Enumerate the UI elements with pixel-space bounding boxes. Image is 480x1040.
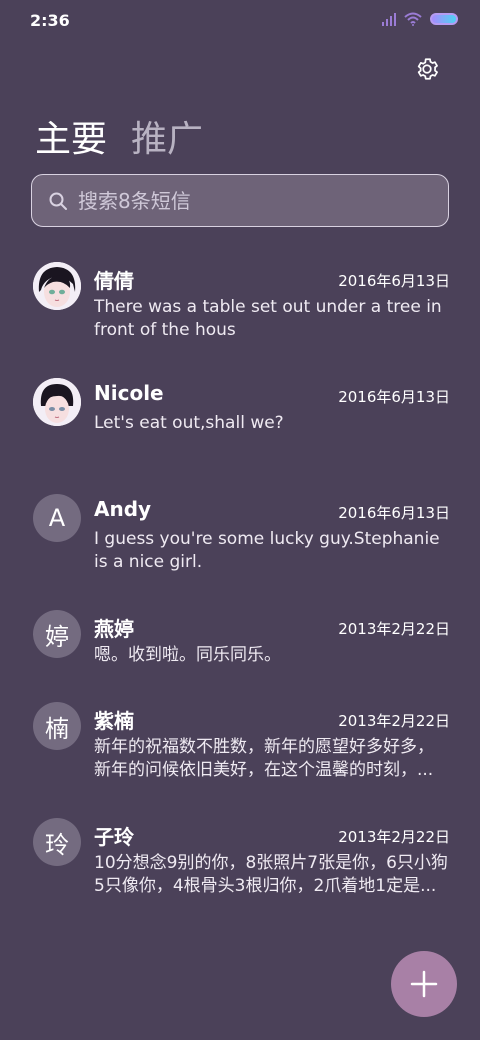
message-preview: I guess you're some lucky guy.Stephanie … bbox=[94, 529, 440, 572]
wifi-icon bbox=[404, 12, 422, 26]
boy-portrait-icon bbox=[33, 378, 81, 426]
search-icon bbox=[49, 192, 67, 210]
contact-name: Andy bbox=[94, 497, 152, 521]
conversation-item[interactable]: 婷 燕婷 2013年2月22日 嗯。收到啦。同乐同乐。 bbox=[0, 600, 480, 692]
settings-button[interactable] bbox=[414, 56, 440, 82]
message-date: 2013年2月22日 bbox=[338, 620, 450, 638]
message-preview: 嗯。收到啦。同乐同乐。 bbox=[94, 645, 281, 665]
contact-name: 子玲 bbox=[94, 825, 134, 849]
conversation-list: 倩倩 2016年6月13日 There was a table set out … bbox=[0, 252, 480, 924]
message-preview: Let's eat out,shall we? bbox=[94, 413, 284, 433]
avatar bbox=[33, 378, 81, 426]
gear-icon bbox=[417, 58, 438, 80]
message-preview: There was a table set out under a tree i… bbox=[94, 297, 442, 340]
status-icons bbox=[382, 12, 458, 26]
message-date: 2013年2月22日 bbox=[338, 712, 450, 730]
battery-icon bbox=[430, 13, 458, 25]
tab-primary[interactable]: 主要 bbox=[35, 110, 107, 162]
message-date: 2016年6月13日 bbox=[338, 388, 450, 406]
girl-portrait-icon bbox=[33, 262, 81, 310]
avatar: 婷 bbox=[33, 610, 81, 658]
contact-name: 燕婷 bbox=[94, 617, 134, 641]
contact-name: 紫楠 bbox=[94, 709, 134, 733]
conversation-item[interactable]: 倩倩 2016年6月13日 There was a table set out … bbox=[0, 252, 480, 368]
plus-icon bbox=[410, 970, 438, 998]
new-message-button[interactable] bbox=[391, 951, 457, 1017]
contact-name: Nicole bbox=[94, 381, 164, 405]
avatar: A bbox=[33, 494, 81, 542]
status-bar: 2:36 bbox=[0, 0, 480, 44]
conversation-item[interactable]: 玲 子玲 2013年2月22日 10分想念9别的你，8张照片7张是你，6只小狗5… bbox=[0, 808, 480, 924]
message-preview: 新年的祝福数不胜数，新年的愿望好多好多，新年的问候依旧美好，在这个温馨的时刻，.… bbox=[94, 737, 434, 780]
tab-promotions[interactable]: 推广 bbox=[131, 110, 203, 162]
message-date: 2016年6月13日 bbox=[338, 272, 450, 290]
signal-icon bbox=[382, 12, 396, 26]
message-date: 2013年2月22日 bbox=[338, 828, 450, 846]
conversation-item[interactable]: Nicole 2016年6月13日 Let's eat out,shall we… bbox=[0, 368, 480, 484]
avatar: 楠 bbox=[33, 702, 81, 750]
status-time: 2:36 bbox=[30, 11, 70, 30]
contact-name: 倩倩 bbox=[94, 269, 134, 293]
message-preview: 10分想念9别的你，8张照片7张是你，6只小狗5只像你，4根骨头3根归你，2爪着… bbox=[94, 853, 448, 896]
search-box[interactable] bbox=[31, 174, 449, 227]
search-input[interactable] bbox=[68, 174, 448, 227]
avatar: 玲 bbox=[33, 818, 81, 866]
message-date: 2016年6月13日 bbox=[338, 504, 450, 522]
conversation-item[interactable]: 楠 紫楠 2013年2月22日 新年的祝福数不胜数，新年的愿望好多好多，新年的问… bbox=[0, 692, 480, 808]
avatar bbox=[33, 262, 81, 310]
conversation-item[interactable]: A Andy 2016年6月13日 I guess you're some lu… bbox=[0, 484, 480, 600]
tab-bar: 主要 推广 bbox=[35, 110, 203, 162]
